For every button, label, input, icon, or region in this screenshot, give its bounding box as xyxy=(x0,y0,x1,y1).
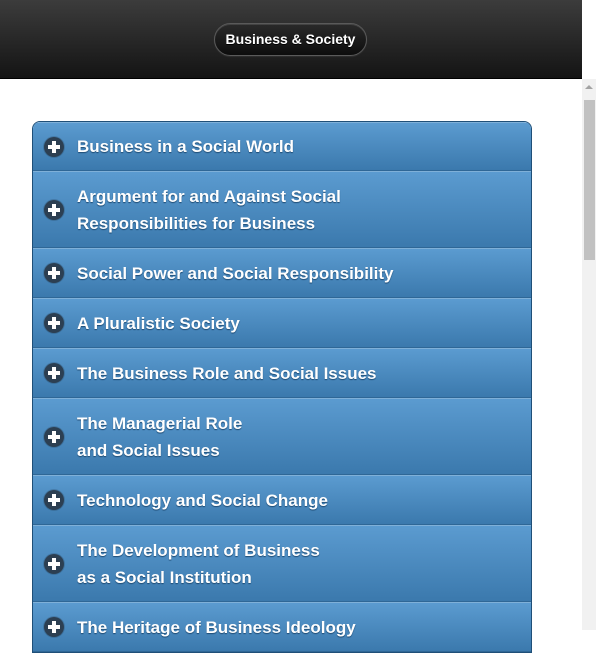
list-item-label: Technology and Social Change xyxy=(77,490,328,510)
list-item-label: Argument for and Against Social Responsi… xyxy=(77,186,341,233)
plus-circle-icon xyxy=(44,553,64,574)
plus-circle-icon xyxy=(44,490,64,510)
scrollbar-top-area xyxy=(582,0,596,79)
list-item-label: Business in a Social World xyxy=(77,137,294,156)
list-item-development-of-business[interactable]: The Development of Business as a Social … xyxy=(33,525,531,602)
list-item-business-role[interactable]: The Business Role and Social Issues xyxy=(33,348,531,398)
list-item-label: Social Power and Social Responsibility xyxy=(77,263,394,283)
list-item-pluralistic-society[interactable]: A Pluralistic Society xyxy=(33,298,531,348)
list-item-technology-social-change[interactable]: Technology and Social Change xyxy=(33,475,531,525)
topic-list: Business in a Social World Argument for … xyxy=(32,121,532,653)
plus-circle-icon xyxy=(44,617,64,637)
scroll-up-arrow-icon[interactable] xyxy=(582,80,596,94)
list-item-heritage-of-business-ideology[interactable]: The Heritage of Business Ideology xyxy=(33,602,531,652)
scrollbar-thumb[interactable] xyxy=(584,100,595,260)
list-item-argument-for-and-against[interactable]: Argument for and Against Social Responsi… xyxy=(33,171,531,248)
list-item-label: The Managerial Role and Social Issues xyxy=(77,413,243,460)
header-title-button[interactable]: Business & Society xyxy=(214,23,367,56)
plus-circle-icon xyxy=(44,263,64,283)
plus-circle-icon xyxy=(44,136,64,157)
plus-circle-icon xyxy=(44,199,64,220)
plus-circle-icon xyxy=(44,313,64,333)
plus-circle-icon xyxy=(44,363,64,383)
list-item-label: The Business Role and Social Issues xyxy=(77,363,377,383)
list-item-label: The Heritage of Business Ideology xyxy=(77,617,356,637)
list-item-social-power[interactable]: Social Power and Social Responsibility xyxy=(33,248,531,298)
vertical-scrollbar[interactable] xyxy=(582,0,596,630)
list-item-label: A Pluralistic Society xyxy=(77,313,240,333)
list-item-managerial-role[interactable]: The Managerial Role and Social Issues xyxy=(33,398,531,475)
app-header: Business & Society xyxy=(0,0,582,79)
list-item-label: The Development of Business as a Social … xyxy=(77,540,320,587)
list-item-business-in-a-social-world[interactable]: Business in a Social World xyxy=(33,122,531,171)
plus-circle-icon xyxy=(44,426,64,447)
